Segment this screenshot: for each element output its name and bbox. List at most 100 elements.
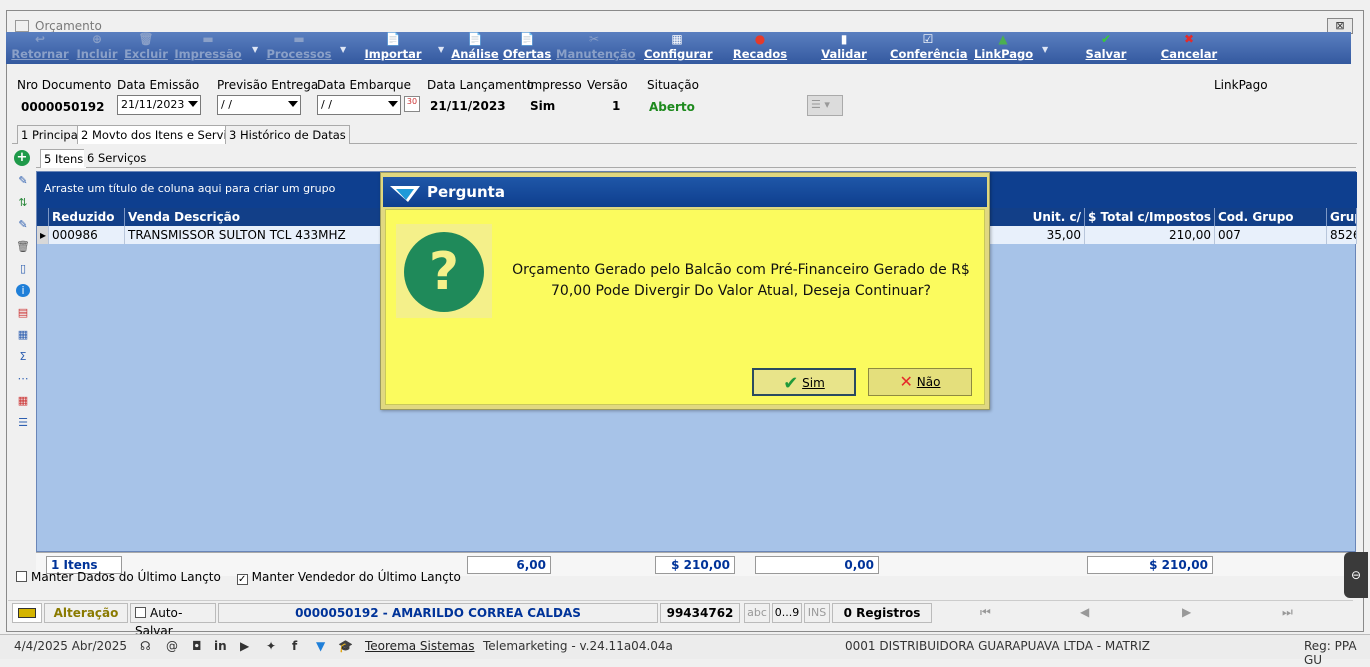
no-button[interactable]: ✕ Não xyxy=(868,368,972,396)
configurar-button[interactable]: ▦ Configurar xyxy=(644,32,713,64)
data-emissao-label: Data Emissão xyxy=(117,78,200,92)
col-reduzido[interactable]: Reduzido xyxy=(49,208,125,226)
impressao-dropdown-icon[interactable]: ▼ xyxy=(252,45,258,54)
tab-principal[interactable]: 1 Principal xyxy=(17,125,85,144)
next-record-icon[interactable]: ▶ xyxy=(1182,603,1191,621)
side-pullout-handle[interactable]: ⊖ xyxy=(1344,552,1368,598)
recados-button[interactable]: ● Recados xyxy=(732,32,788,64)
more-icon[interactable]: ⋯ xyxy=(16,372,30,385)
footer-valor1: $ 210,00 xyxy=(655,556,735,574)
subtab-servicos[interactable]: 6 Serviços xyxy=(84,149,150,167)
cell-reduzido[interactable]: 000986 xyxy=(49,226,125,244)
cancel-icon: ✖ xyxy=(1183,32,1195,46)
add-icon: ⊕ xyxy=(91,32,103,46)
record-navigator: ⏮ ◀ ▶ ⏭ xyxy=(938,603,1348,623)
linkpago-button[interactable]: ▲ LinkPago xyxy=(974,32,1033,64)
graduation-icon[interactable]: 🎓 xyxy=(338,639,353,653)
validar-button[interactable]: ▮ Validar xyxy=(818,32,870,64)
retornar-button[interactable]: ↩ Retornar xyxy=(10,32,70,64)
chevron-down-icon[interactable] xyxy=(188,101,198,107)
cell-total[interactable]: 210,00 xyxy=(1085,226,1215,244)
impresso-value: Sim xyxy=(530,99,556,113)
col-cod-grupo-fiscal[interactable]: Cod. Grupo Fiscal xyxy=(1215,208,1327,242)
manter-vendedor-checkbox[interactable]: ✓ Manter Vendedor do Último Lançto xyxy=(236,570,461,585)
linkedin-icon[interactable]: in xyxy=(214,639,227,653)
incluir-button[interactable]: ⊕ Incluir xyxy=(72,32,122,64)
importar-button[interactable]: 📄 Importar xyxy=(362,32,424,64)
list-icon[interactable]: ☰ xyxy=(16,416,30,429)
fone-status: 99434762 xyxy=(660,603,740,623)
facebook-icon[interactable]: f xyxy=(292,639,297,653)
side-toolbar: ✎ ⇅ ✎ 🗑 ▯ i ▤ ▦ Σ ⋯ ▦ ☰ xyxy=(12,172,34,437)
col-total-impostos[interactable]: $ Total c/Impostos xyxy=(1085,208,1215,226)
edit-list-icon[interactable]: ✎ xyxy=(16,218,30,231)
processos-dropdown-icon[interactable]: ▼ xyxy=(340,45,346,54)
cell-grupo[interactable]: 8526 xyxy=(1327,226,1357,244)
autosave-checkbox[interactable]: Auto-Salvar xyxy=(130,603,216,638)
analise-button[interactable]: 📄 Análise xyxy=(450,32,500,64)
info-icon[interactable]: i xyxy=(16,284,30,297)
book-icon[interactable]: ▤ xyxy=(16,306,30,319)
app-icon xyxy=(15,20,29,32)
date-status: 4/4/2025 Abr/2025 xyxy=(14,639,128,653)
previsao-entrega-label: Previsão Entrega xyxy=(217,78,319,92)
headset-icon[interactable]: ☊ xyxy=(140,639,151,653)
tab-historico-datas[interactable]: 3 Histórico de Datas xyxy=(225,125,350,144)
row-indicator-header xyxy=(37,208,49,226)
first-record-icon[interactable]: ⏮ xyxy=(980,603,991,621)
col-venda-descricao[interactable]: Venda Descrição xyxy=(125,208,415,226)
window-title: Orçamento xyxy=(35,19,102,33)
yes-button[interactable]: ✔ Sim xyxy=(752,368,856,396)
list-options-button[interactable]: ☰ ▾ xyxy=(807,95,843,116)
linkpago-dropdown-icon[interactable]: ▼ xyxy=(1042,45,1048,54)
versao-label: Versão xyxy=(587,78,628,92)
situacao-value: Aberto xyxy=(649,100,695,114)
cell-descricao[interactable]: TRANSMISSOR SULTON TCL 433MHZ xyxy=(125,226,415,244)
excluir-button[interactable]: 🗑 Excluir xyxy=(122,32,170,64)
data-emissao-field[interactable]: 21/11/2023 xyxy=(117,95,201,115)
nro-documento-value: 0000050192 xyxy=(21,100,105,114)
processos-button[interactable]: ▬ Processos xyxy=(266,32,332,64)
chevron-down-icon[interactable] xyxy=(388,101,398,107)
add-item-icon[interactable]: + xyxy=(14,150,30,166)
prev-record-icon[interactable]: ◀ xyxy=(1080,603,1089,621)
dialog-message: Orçamento Gerado pelo Balcão com Pré-Fin… xyxy=(512,262,970,299)
last-record-icon[interactable]: ⏭ xyxy=(1282,603,1293,621)
cliente-status: 0000050192 - AMARILDO CORREA CALDAS xyxy=(218,603,658,623)
data-lancamento-label: Data Lançamento xyxy=(427,78,534,92)
chevron-down-icon[interactable] xyxy=(288,101,298,107)
grid-remove-icon[interactable]: ▦ xyxy=(16,394,30,407)
previsao-entrega-field[interactable]: / / xyxy=(217,95,301,115)
col-unit-impostos[interactable]: Unit. c/ Impostos xyxy=(985,208,1085,242)
edit-icon[interactable]: ✎ xyxy=(16,174,30,187)
col-grupo[interactable]: Grup xyxy=(1327,208,1357,226)
cell-unit[interactable]: 35,00 xyxy=(985,226,1085,244)
reg-status: Reg: PPA GU xyxy=(1304,639,1357,667)
ofertas-button[interactable]: 📄 Ofertas xyxy=(502,32,552,64)
at-icon[interactable]: @ xyxy=(166,639,178,653)
salvar-button[interactable]: ✔ Salvar xyxy=(1082,32,1130,64)
data-lancamento-value: 21/11/2023 xyxy=(430,99,506,113)
importar-dropdown-icon[interactable]: ▼ xyxy=(438,45,444,54)
youtube-icon[interactable]: ▶ xyxy=(240,639,249,653)
instagram-icon[interactable]: ◘ xyxy=(192,639,202,653)
trash-icon[interactable]: 🗑 xyxy=(16,240,30,253)
ins-status: INS xyxy=(804,603,830,623)
calendar-icon[interactable]: 30 xyxy=(404,96,420,112)
teorema-link[interactable]: Teorema Sistemas xyxy=(365,639,475,653)
impressao-button[interactable]: ▬ Impressão xyxy=(174,32,242,64)
cell-grupo-fiscal[interactable]: 007 xyxy=(1215,226,1327,244)
manutencao-button[interactable]: ✂ Manutenção xyxy=(556,32,636,64)
grid-add-icon[interactable]: ▦ xyxy=(16,328,30,341)
twitter-icon[interactable]: ✦ xyxy=(266,639,276,653)
import-list-icon[interactable]: ⇅ xyxy=(16,196,30,209)
subtab-itens[interactable]: 5 Itens xyxy=(40,149,88,168)
taskbar: 4/4/2025 Abr/2025 ☊ @ ◘ in ▶ ✦ f ▼ 🎓 Teo… xyxy=(0,634,1370,667)
data-embarque-field[interactable]: / / xyxy=(317,95,401,115)
return-icon: ↩ xyxy=(34,32,46,46)
document-icon[interactable]: ▯ xyxy=(16,262,30,275)
conferencia-button[interactable]: ☑ Conferência xyxy=(890,32,968,64)
cancelar-button[interactable]: ✖ Cancelar xyxy=(1160,32,1218,64)
sum-icon[interactable]: Σ xyxy=(16,350,30,363)
manter-dados-checkbox[interactable]: Manter Dados do Último Lançto xyxy=(16,570,221,584)
